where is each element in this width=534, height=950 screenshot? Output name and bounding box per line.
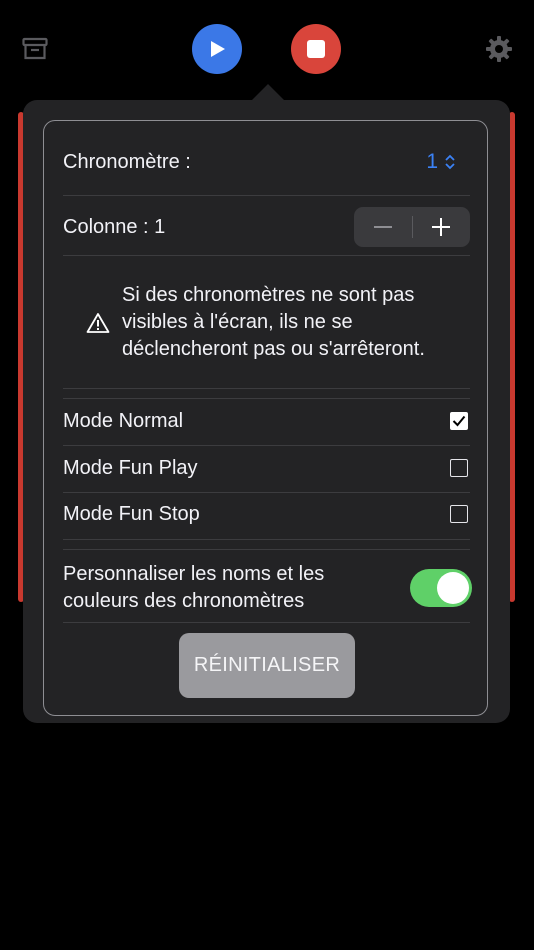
chrono-label: Chronomètre : [63, 150, 191, 173]
mode-fun-stop-label: Mode Fun Stop [63, 502, 200, 525]
divider [63, 398, 470, 399]
customize-row: Personnaliser les noms et les couleurs d… [63, 560, 472, 616]
play-button[interactable] [192, 24, 242, 74]
plus-icon [432, 218, 451, 236]
mode-normal-label: Mode Normal [63, 409, 184, 432]
column-label: Colonne : 1 [63, 215, 166, 238]
chrono-value: 1 [426, 150, 438, 173]
minus-icon [373, 226, 392, 228]
stop-icon [307, 40, 325, 58]
divider [63, 195, 470, 196]
stepper-plus-button[interactable] [412, 207, 470, 247]
stop-button[interactable] [291, 24, 341, 74]
divider [63, 539, 470, 540]
warning-text: Si des chronomètres ne sont pas visibles… [122, 284, 425, 360]
mode-fun-stop-checkbox[interactable] [450, 505, 468, 523]
column-stepper [354, 207, 470, 247]
mode-fun-play-label: Mode Fun Play [63, 456, 198, 479]
customize-label: Personnaliser les noms et les couleurs d… [63, 563, 325, 612]
checkmark-icon [452, 415, 466, 427]
divider [63, 388, 470, 389]
mode-normal-checkbox[interactable] [450, 412, 468, 430]
column-row: Colonne : 1 [63, 207, 470, 247]
visibility-warning: Si des chronomètres ne sont pas visibles… [86, 282, 466, 363]
customize-toggle[interactable] [410, 569, 472, 607]
toggle-knob [437, 572, 469, 604]
divider [63, 622, 470, 623]
stepper-minus-button[interactable] [354, 207, 412, 247]
popover-arrow [251, 84, 285, 101]
archive-icon[interactable] [18, 34, 52, 64]
reset-button[interactable]: RÉINITIALISER [179, 633, 355, 698]
divider [63, 255, 470, 256]
play-icon [211, 41, 225, 57]
chrono-row: Chronomètre : 1 [63, 148, 470, 176]
warning-triangle-icon [86, 313, 110, 333]
divider [63, 549, 470, 550]
gear-icon[interactable] [482, 32, 516, 66]
mode-fun-play-row[interactable]: Mode Fun Play [63, 454, 470, 482]
divider [63, 492, 470, 493]
mode-normal-row[interactable]: Mode Normal [63, 407, 470, 435]
chrono-picker[interactable]: 1 [426, 150, 456, 174]
mode-fun-play-checkbox[interactable] [450, 459, 468, 477]
mode-fun-stop-row[interactable]: Mode Fun Stop [63, 500, 470, 528]
divider [63, 445, 470, 446]
chevron-up-down-icon [445, 154, 455, 170]
